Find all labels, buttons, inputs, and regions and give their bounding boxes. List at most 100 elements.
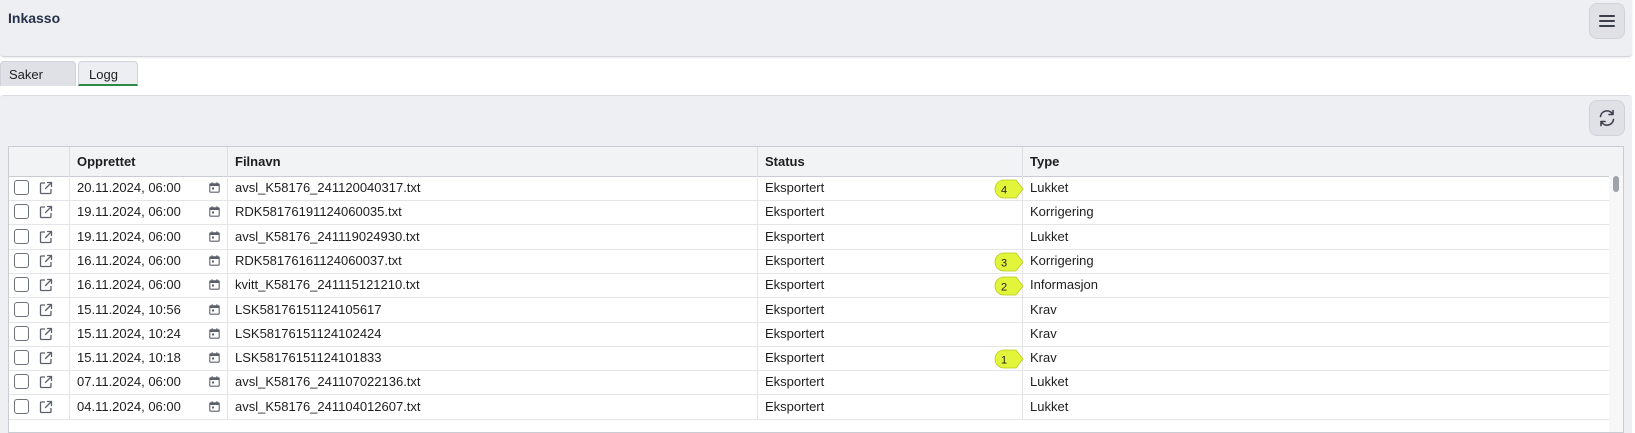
table-row[interactable]: 16.11.2024, 06:00 RDK58176161124060037.tx… xyxy=(9,248,1609,274)
cell-status: Eksportert xyxy=(757,224,1022,249)
vertical-scrollbar[interactable] xyxy=(1609,176,1623,432)
calendar-icon[interactable] xyxy=(209,400,220,412)
row-checkbox[interactable] xyxy=(14,228,29,244)
cell-status: Eksportert xyxy=(757,297,1022,322)
calendar-icon[interactable] xyxy=(209,279,220,290)
calendar-icon[interactable] xyxy=(209,376,220,388)
cell-filnavn: avsl_K58176_241119024930.txt xyxy=(227,224,757,249)
table-row[interactable]: 20.11.2024, 06:00 avsl_K58176_24112004031… xyxy=(9,176,1609,201)
hamburger-menu-icon xyxy=(1599,15,1615,27)
table-row[interactable]: 15.11.2024, 10:24 LSK58176151124102424 Eks… xyxy=(9,321,1609,347)
cell-type: Krav xyxy=(1022,321,1552,346)
cell-status: Eksportert xyxy=(757,200,1022,225)
cell-filnavn: avsl_K58176_241104012607.txt xyxy=(227,394,757,419)
cell-opprettet: 16.11.2024, 06:00 xyxy=(69,248,227,273)
cell-opprettet: 19.11.2024, 06:00 xyxy=(69,224,227,249)
refresh-button[interactable] xyxy=(1589,100,1625,136)
table-row[interactable]: 15.11.2024, 10:56 LSK58176151124105617 Eks… xyxy=(9,297,1609,323)
cell-opprettet: 07.11.2024, 06:00 xyxy=(69,370,227,395)
cell-opprettet: 15.11.2024, 10:18 xyxy=(69,346,227,371)
table-header: Opprettet Filnavn Status Type xyxy=(9,147,1623,177)
external-link-icon[interactable] xyxy=(38,350,54,366)
cell-filnavn: RDK58176191124060035.txt xyxy=(227,200,757,225)
cell-filnavn: RDK58176161124060037.txt xyxy=(227,248,757,273)
calendar-icon[interactable] xyxy=(209,255,220,266)
cell-status: Eksportert xyxy=(757,176,1022,200)
cell-opprettet: 20.11.2024, 06:00 xyxy=(69,176,227,200)
external-link-icon[interactable] xyxy=(38,326,54,342)
annotation-badge-number: 1 xyxy=(1001,355,1007,367)
cell-opprettet: 15.11.2024, 10:24 xyxy=(69,321,227,346)
annotation-badge-number: 3 xyxy=(1001,257,1007,269)
cell-type: Lukket xyxy=(1022,370,1552,395)
external-link-icon[interactable] xyxy=(38,277,54,293)
scrollbar-thumb[interactable] xyxy=(1613,176,1619,192)
cell-type: Korrigering xyxy=(1022,200,1552,225)
app-title: Inkasso xyxy=(8,10,61,26)
cell-status: Eksportert xyxy=(757,273,1022,298)
column-header-status[interactable]: Status xyxy=(757,147,1022,176)
cell-type: Krav xyxy=(1022,346,1552,371)
row-checkbox[interactable] xyxy=(14,301,29,317)
annotation-badge-number: 4 xyxy=(1001,185,1007,197)
calendar-icon[interactable] xyxy=(209,303,220,315)
external-link-icon[interactable] xyxy=(38,229,54,245)
external-link-icon[interactable] xyxy=(38,374,54,390)
cell-status: Eksportert xyxy=(757,321,1022,346)
annotation-badge: 2 xyxy=(994,276,1024,296)
table-row[interactable]: 07.11.2024, 06:00 avsl_K58176_24110702213… xyxy=(9,370,1609,396)
row-checkbox[interactable] xyxy=(14,204,29,220)
cell-type: Informasjon xyxy=(1022,273,1552,298)
calendar-icon[interactable] xyxy=(209,328,220,339)
cell-type: Lukket xyxy=(1022,176,1552,200)
tab-saker[interactable]: Saker xyxy=(0,61,76,86)
cell-filnavn: LSK58176151124101833 xyxy=(227,346,757,371)
row-checkbox[interactable] xyxy=(14,277,29,293)
row-checkbox[interactable] xyxy=(14,180,29,195)
row-checkbox[interactable] xyxy=(14,398,29,414)
table-row[interactable]: 16.11.2024, 06:00 kvitt_K58176_2411151212… xyxy=(9,273,1609,299)
tab-logg[interactable]: Logg xyxy=(78,61,138,86)
row-checkbox[interactable] xyxy=(14,374,29,390)
log-table: Opprettet Filnavn Status Type 20.11.2024… xyxy=(8,146,1624,433)
row-checkbox[interactable] xyxy=(14,325,29,341)
external-link-icon[interactable] xyxy=(38,204,54,220)
column-header-opprettet[interactable]: Opprettet xyxy=(69,147,227,176)
external-link-icon[interactable] xyxy=(38,180,54,196)
annotation-badge-number: 2 xyxy=(1001,282,1007,294)
cell-status: Eksportert xyxy=(757,370,1022,395)
menu-button[interactable] xyxy=(1589,3,1625,39)
calendar-icon[interactable] xyxy=(209,182,220,193)
cell-filnavn: LSK58176151124105617 xyxy=(227,297,757,322)
calendar-icon[interactable] xyxy=(209,352,220,363)
cell-filnavn: avsl_K58176_241107022136.txt xyxy=(227,370,757,395)
cell-status: Eksportert xyxy=(757,346,1022,371)
cell-filnavn: LSK58176151124102424 xyxy=(227,321,757,346)
table-row[interactable]: 19.11.2024, 06:00 RDK58176191124060035.tx… xyxy=(9,200,1609,226)
cell-opprettet: 04.11.2024, 06:00 xyxy=(69,394,227,419)
cell-type: Korrigering xyxy=(1022,248,1552,273)
cell-filnavn: kvitt_K58176_241115121210.txt xyxy=(227,273,757,298)
calendar-icon[interactable] xyxy=(209,230,220,242)
cell-opprettet: 15.11.2024, 10:56 xyxy=(69,297,227,322)
annotation-badge: 4 xyxy=(994,179,1024,199)
annotation-badge: 1 xyxy=(994,349,1024,369)
annotation-badge: 3 xyxy=(994,252,1024,272)
external-link-icon[interactable] xyxy=(38,302,54,318)
column-header-filnavn[interactable]: Filnavn xyxy=(227,147,757,176)
refresh-icon xyxy=(1599,109,1615,127)
cell-status: Eksportert xyxy=(757,394,1022,419)
cell-type: Lukket xyxy=(1022,394,1552,419)
calendar-icon[interactable] xyxy=(209,206,220,218)
row-checkbox[interactable] xyxy=(14,252,29,268)
table-row[interactable]: 15.11.2024, 10:18 LSK58176151124101833 Eks… xyxy=(9,346,1609,372)
row-checkbox[interactable] xyxy=(14,350,29,366)
external-link-icon[interactable] xyxy=(38,253,54,269)
column-header-type[interactable]: Type xyxy=(1022,147,1552,176)
external-link-icon[interactable] xyxy=(38,399,54,415)
table-row[interactable]: 04.11.2024, 06:00 avsl_K58176_24110401260… xyxy=(9,394,1609,420)
cell-type: Krav xyxy=(1022,297,1552,322)
table-row[interactable]: 19.11.2024, 06:00 avsl_K58176_24111902493… xyxy=(9,224,1609,250)
cell-opprettet: 19.11.2024, 06:00 xyxy=(69,200,227,225)
cell-filnavn: avsl_K58176_241120040317.txt xyxy=(227,176,757,200)
